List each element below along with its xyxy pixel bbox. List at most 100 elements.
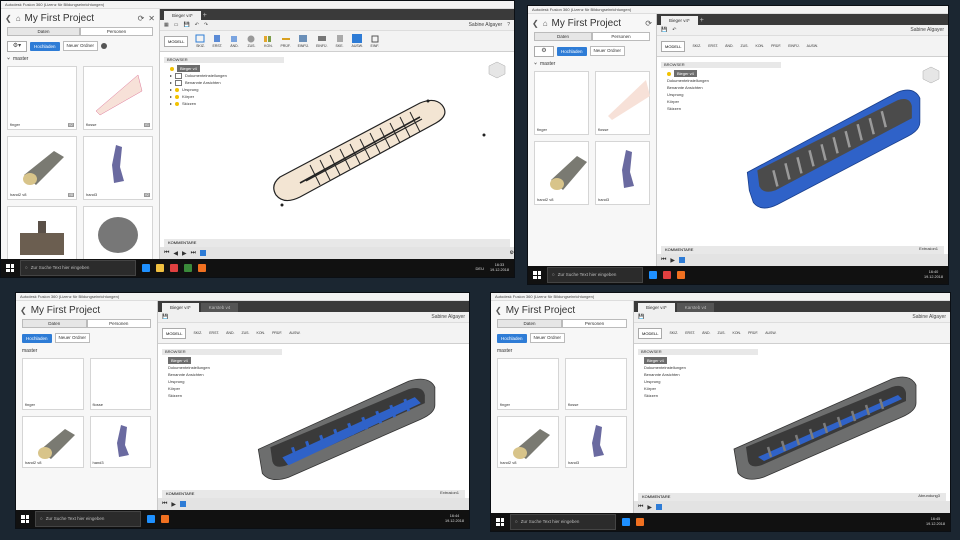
explorer-icon[interactable] <box>156 264 164 272</box>
user-name[interactable]: Sabine Algayer <box>910 27 944 33</box>
clock[interactable]: 16:40 19.12.2018 <box>924 270 943 280</box>
file-thumbnail-flosse[interactable]: flosse <box>89 358 151 410</box>
taskbar-search[interactable]: ○ Zur Suche Text hier eingeben <box>20 260 136 276</box>
document-tab[interactable]: Bieger v4* <box>164 11 201 20</box>
tool-modify[interactable]: ÄND. <box>229 34 239 48</box>
file-thumbnail-finger[interactable]: finger <box>22 358 84 410</box>
save-icon[interactable]: 💾 <box>638 314 644 320</box>
tool-sketch[interactable]: SKIZ. <box>193 331 202 335</box>
tool-sketch[interactable]: SKIZ. <box>692 44 701 48</box>
windows-start-icon[interactable] <box>6 264 14 272</box>
comments-panel[interactable]: KOMMENTARE <box>638 493 946 501</box>
save-icon[interactable]: 💾 <box>661 27 667 33</box>
back-icon[interactable]: ❮ <box>532 19 539 28</box>
design-canvas[interactable]: Bieger v4* + 💾 ↶ Sabine Algayer MODELL SKIZ… <box>657 14 948 266</box>
timeline-play-icon[interactable]: ▶ <box>171 501 176 508</box>
edge-icon[interactable] <box>622 518 630 526</box>
app-icon[interactable] <box>663 271 671 279</box>
comments-panel[interactable]: KOMMENTARE <box>661 246 944 254</box>
tool-construct[interactable]: KON. <box>756 44 765 48</box>
file-thumbnail-hand2[interactable]: hand2 v8 <box>497 416 559 468</box>
tool-construct[interactable]: KON. <box>733 331 742 335</box>
settings-gear-icon[interactable]: ⚙▾ <box>7 40 27 52</box>
edge-icon[interactable] <box>142 264 150 272</box>
edge-icon[interactable] <box>649 271 657 279</box>
tool-assemble[interactable]: ZUS. <box>246 34 256 48</box>
redo-icon[interactable]: ↷ <box>204 22 208 28</box>
tool-modify[interactable]: ÄND. <box>226 331 234 335</box>
tool-construct[interactable]: KON. <box>257 331 266 335</box>
app-icon[interactable] <box>170 264 178 272</box>
new-tab-icon[interactable]: + <box>700 16 704 25</box>
extruded-box-model[interactable] <box>158 349 469 489</box>
back-icon[interactable]: ❮ <box>495 306 502 315</box>
back-icon[interactable]: ❮ <box>20 306 27 315</box>
clock[interactable]: 16:45 19.12.2018 <box>926 517 945 527</box>
tab-data[interactable]: Daten <box>7 27 80 36</box>
tool-modify[interactable]: ÄND. <box>725 44 733 48</box>
tool-assemble[interactable]: ZUS. <box>741 44 749 48</box>
document-tab[interactable]: Bieger v4* <box>162 303 199 312</box>
clock[interactable]: 16:44 19.12.2018 <box>445 514 464 524</box>
file-thumbnail-hand3[interactable]: hand3 V2 <box>83 136 153 200</box>
workspace-selector[interactable]: MODELL <box>162 327 187 339</box>
document-tab-2[interactable]: Karsteb v4 <box>200 303 239 312</box>
new-tab-icon[interactable]: + <box>203 11 207 20</box>
upload-button[interactable]: Hochladen <box>557 46 587 56</box>
tool-assemble[interactable]: ZUS. <box>718 331 726 335</box>
fusion-icon[interactable] <box>677 271 685 279</box>
back-icon[interactable]: ❮ <box>5 14 12 23</box>
new-folder-button[interactable]: Neuer Ordner <box>529 333 566 343</box>
timeline-feature[interactable] <box>200 250 207 256</box>
tool-select[interactable]: AUSW. <box>807 44 818 48</box>
document-tab-2[interactable]: Karsteb v4 <box>676 303 715 312</box>
timeline-prev-icon[interactable]: ◀ <box>173 250 178 257</box>
save-icon[interactable]: 💾 <box>162 314 168 320</box>
file-thumbnail-finger[interactable]: finger V2 <box>7 66 77 130</box>
windows-start-icon[interactable] <box>496 518 504 526</box>
timeline-start-icon[interactable]: ⏮ <box>638 504 643 511</box>
home-icon[interactable]: ⌂ <box>16 14 21 23</box>
design-canvas[interactable]: Bieger v4* + ▦ ▭ 💾 ↶ ↷ Sabine Algayer? MODELL … <box>160 9 514 259</box>
file-icon[interactable]: ▭ <box>174 22 179 28</box>
workspace-selector[interactable]: MODELL <box>638 327 663 339</box>
taskbar-search[interactable]: ○ Zur Suche Text hier eingeben <box>547 267 643 283</box>
upload-button[interactable]: Hochladen <box>30 41 60 51</box>
file-thumbnail-finger[interactable]: finger <box>497 358 559 410</box>
timeline-play-icon[interactable]: ▶ <box>647 504 652 511</box>
new-folder-button[interactable]: Neuer Ordner <box>62 41 99 51</box>
chrome-icon[interactable] <box>184 264 192 272</box>
timeline-play-icon[interactable]: ▶ <box>182 250 187 257</box>
file-thumbnail-hand3[interactable]: hand3 <box>595 141 650 205</box>
tool-inspect[interactable]: PRÜF. <box>280 34 291 48</box>
tool-sketch[interactable]: SKIZ. <box>195 34 205 48</box>
tool-insert[interactable]: EINFÜ. <box>788 44 799 48</box>
comments-panel[interactable]: KOMMENTARE <box>162 490 465 498</box>
new-folder-button[interactable]: Neuer Ordner <box>589 46 626 56</box>
user-name[interactable]: Sabine Algayer <box>912 314 946 320</box>
user-name[interactable]: Sabine Algayer <box>431 314 465 320</box>
fusion-icon[interactable] <box>161 515 169 523</box>
extruded-box-model[interactable] <box>657 62 948 239</box>
tool-modify[interactable]: ÄND. <box>702 331 710 335</box>
timeline-feature[interactable] <box>679 257 686 263</box>
edge-icon[interactable] <box>147 515 155 523</box>
workspace-selector[interactable]: MODELL <box>661 40 686 52</box>
file-thumbnail-flosse[interactable]: flosse V1 <box>83 66 153 130</box>
file-thumbnail-flosse[interactable]: flosse <box>595 71 650 135</box>
tool-inspect[interactable]: PRÜF. <box>748 331 758 335</box>
tool-sketch[interactable]: SKIZ. <box>669 331 678 335</box>
file-thumbnail-hand3[interactable]: hand3 <box>89 416 151 468</box>
clock[interactable]: 16:33 19.12.2018 <box>490 263 509 273</box>
tab-people[interactable]: Personen <box>592 32 650 41</box>
tool-select[interactable]: AUSW. <box>352 34 363 48</box>
tool-assemble[interactable]: ZUS. <box>242 331 250 335</box>
file-thumbnail-hand2[interactable]: hand2 v8 <box>534 141 589 205</box>
settings-gear-icon[interactable]: ⚙ <box>534 45 554 57</box>
timeline-start-icon[interactable]: ⏮ <box>164 250 169 257</box>
language-indicator[interactable]: DEU <box>476 266 484 271</box>
timeline-play-icon[interactable]: ▶ <box>670 257 675 264</box>
undo-icon[interactable]: ↶ <box>195 22 199 28</box>
fusion-icon[interactable] <box>198 264 206 272</box>
tool-select[interactable]: AUSW. <box>765 331 776 335</box>
